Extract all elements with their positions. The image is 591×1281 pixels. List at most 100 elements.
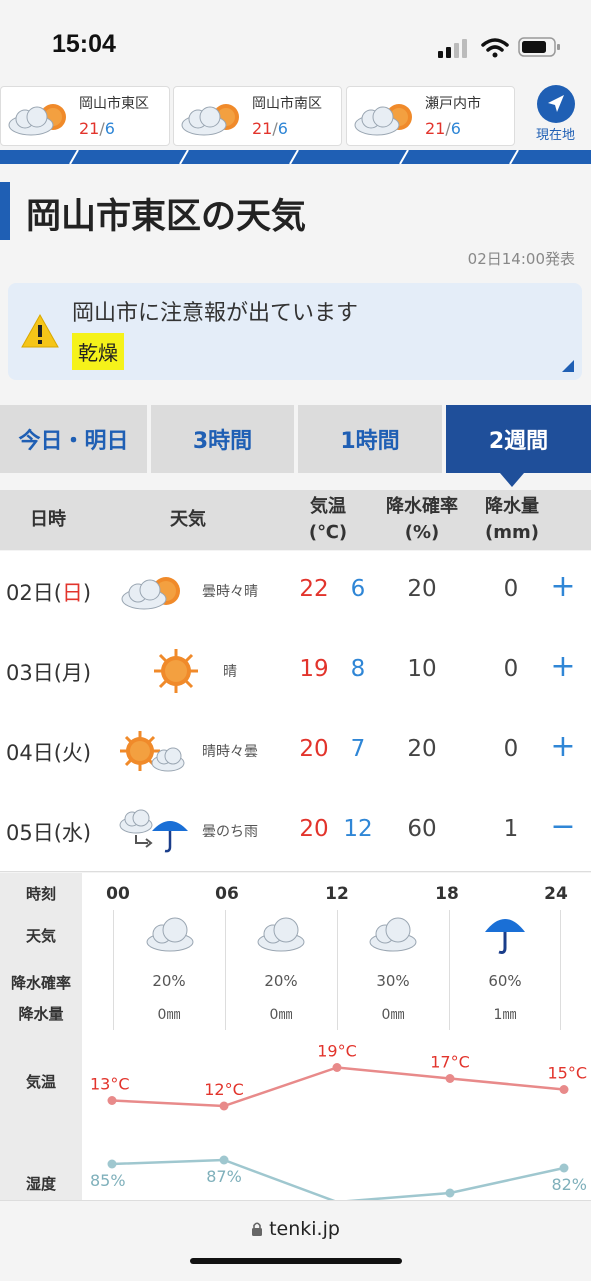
tab-2week[interactable]: 2週間 [446, 405, 591, 473]
url-label: tenki.jp [269, 1218, 340, 1240]
date-prefix: 04日( [6, 741, 62, 765]
precip-probability: 20 [407, 576, 437, 602]
expand-button[interactable]: + [548, 729, 578, 764]
hour-label: 06 [215, 884, 239, 904]
decorative-stripe [0, 150, 591, 164]
date-prefix: 05日( [6, 821, 62, 845]
wifi-icon [481, 38, 509, 58]
header-temp-label: 気温 [310, 496, 346, 517]
temperature-point [332, 1063, 342, 1072]
low-temp: 12 [343, 816, 373, 842]
location-high: 21 [79, 119, 100, 138]
temperature-label: 19°C [317, 1042, 357, 1061]
hour-label: 00 [106, 884, 130, 904]
label-amt: 降水量 [18, 1005, 64, 1023]
humidity-label: 85% [90, 1171, 126, 1190]
header-date: 日時 [30, 509, 66, 530]
location-low: 6 [104, 119, 115, 138]
header-pop-unit: (%) [404, 522, 440, 543]
url-text[interactable]: tenki.jp [0, 1218, 591, 1240]
umbrella-icon [485, 919, 525, 954]
high-temp: 20 [299, 816, 329, 842]
cloud-then-rain-icon [119, 809, 188, 853]
tab-1hour[interactable]: 1時間 [298, 405, 442, 473]
label-pop: 降水確率 [10, 974, 71, 992]
day-of-week: 日 [61, 581, 83, 605]
date-suffix: ) [82, 821, 92, 845]
header-temp-unit: (℃) [308, 522, 348, 543]
label-humidity: 湿度 [25, 1175, 56, 1193]
warning-message: 岡山市に注意報が出ています [72, 301, 359, 326]
temperature-point [107, 1096, 117, 1105]
home-indicator [190, 1258, 402, 1264]
humidity-point [445, 1188, 455, 1198]
warning-banner[interactable]: 岡山市に注意報が出ています 乾燥 [8, 283, 582, 380]
location-low: 6 [450, 119, 461, 138]
table-row[interactable]: 05日(水) 曇のち雨 20 12 60 1 − [0, 791, 591, 872]
humidity-label: 87% [206, 1167, 242, 1186]
precip-probability: 20 [407, 736, 437, 762]
row-date: 02日(日) [6, 577, 91, 607]
location-card[interactable]: 瀬戸内市 21/6 [346, 86, 515, 146]
location-high: 21 [252, 119, 273, 138]
browser-url-bar[interactable] [0, 1200, 591, 1281]
location-low: 6 [277, 119, 288, 138]
date-suffix: ) [82, 741, 92, 765]
location-card[interactable]: 岡山市南区 21/6 [173, 86, 342, 146]
hourly-amt: 0㎜ [269, 1007, 293, 1023]
location-card[interactable]: 岡山市東区 21/6 [0, 86, 170, 146]
header-amt-unit: (mm) [485, 522, 539, 543]
row-date: 03日(月) [6, 657, 91, 687]
precip-amount: 1 [503, 816, 519, 842]
tab-3hour[interactable]: 3時間 [151, 405, 294, 473]
current-location-button[interactable]: 現在地 [520, 80, 591, 150]
location-name: 岡山市南区 [252, 96, 322, 112]
temperature-label: 15°C [547, 1064, 587, 1083]
hourly-pop: 20% [152, 972, 186, 990]
header-amt-label: 降水量 [485, 496, 539, 517]
hour-label: 12 [325, 884, 349, 904]
label-weather: 天気 [25, 927, 56, 945]
table-row[interactable]: 04日(火) 晴時々曇 20 7 20 0 + [0, 711, 591, 792]
hourly-pop: 60% [488, 972, 522, 990]
high-temp: 20 [299, 736, 329, 762]
date-prefix: 03日( [6, 661, 62, 685]
header-amt: 降水量 (mm) [480, 494, 544, 546]
location-temps: 21/6 [79, 119, 115, 138]
humidity-label: 82% [551, 1175, 587, 1194]
tab-today-tomorrow[interactable]: 今日・明日 [0, 405, 147, 473]
issued-time: 02日14:00発表 [467, 250, 575, 268]
hourly-pop: 20% [264, 972, 298, 990]
hourly-amt: 1㎜ [493, 1007, 517, 1023]
low-temp: 6 [350, 576, 366, 602]
title-accent [0, 182, 10, 240]
cloud-icon [369, 917, 417, 952]
header-temp: 気温 (℃) [300, 494, 356, 546]
row-date: 04日(火) [6, 737, 91, 767]
precip-amount: 0 [503, 656, 519, 682]
weather-label: 曇のち雨 [202, 824, 258, 840]
temperature-line [111, 1066, 565, 1108]
temperature-label: 17°C [430, 1053, 470, 1072]
expand-button[interactable]: + [548, 649, 578, 684]
location-temps: 21/6 [425, 119, 461, 138]
temperature-label: 13°C [90, 1075, 130, 1094]
table-row[interactable]: 02日(日) 曇時々晴 22 6 20 0 + [0, 551, 591, 632]
row-date: 05日(水) [6, 817, 91, 847]
location-name: 瀬戸内市 [425, 96, 481, 112]
hourly-labels: 時刻 天気 降水確率 降水量 気温 湿度 [0, 873, 82, 1203]
temperature-point [219, 1101, 229, 1111]
cloud-sun-icon [181, 104, 239, 136]
warning-tag: 乾燥 [72, 333, 124, 370]
header-pop-label: 降水確率 [386, 496, 458, 517]
date-suffix: ) [82, 581, 92, 605]
location-high: 21 [425, 119, 446, 138]
low-temp: 7 [350, 736, 366, 762]
temperature-label: 12°C [204, 1080, 244, 1099]
hour-label: 24 [544, 884, 568, 904]
table-row[interactable]: 03日(月) 晴 19 8 10 0 + [0, 631, 591, 712]
cloud-icon [257, 917, 305, 952]
location-temps: 21/6 [252, 119, 288, 138]
expand-button[interactable]: + [548, 569, 578, 604]
collapse-button[interactable]: − [548, 809, 578, 844]
